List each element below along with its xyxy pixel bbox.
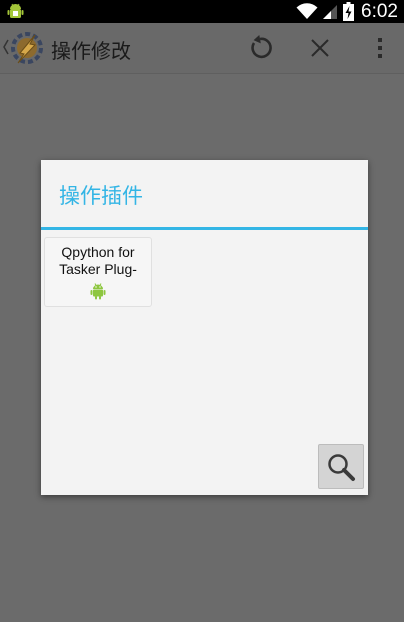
close-button[interactable]	[298, 23, 342, 73]
overflow-menu-button[interactable]	[362, 23, 398, 73]
search-icon	[328, 453, 355, 481]
wifi-icon	[296, 3, 318, 19]
dialog-divider	[41, 227, 368, 230]
overflow-menu-icon	[378, 38, 382, 58]
plugin-item[interactable]: Qpython for Tasker Plug-	[44, 237, 152, 307]
android-icon	[90, 283, 106, 300]
action-bar: 操作修改	[0, 23, 404, 74]
android-debug-icon	[7, 3, 24, 18]
refresh-button[interactable]	[238, 23, 282, 73]
status-icons: 6:02	[296, 0, 398, 23]
tasker-icon[interactable]	[8, 29, 46, 67]
plugin-dialog: 操作插件 Qpython for Tasker Plug-	[41, 160, 368, 495]
battery-charging-icon	[343, 2, 355, 21]
signal-icon	[323, 5, 338, 19]
status-bar: 6:02	[0, 0, 404, 23]
refresh-icon	[251, 35, 272, 59]
plugin-name: Qpython for Tasker Plug-	[59, 244, 137, 277]
action-bar-title: 操作修改	[51, 39, 131, 63]
search-button[interactable]	[318, 444, 364, 489]
close-icon	[311, 39, 329, 57]
dialog-title: 操作插件	[59, 184, 143, 208]
status-time: 6:02	[361, 0, 398, 22]
